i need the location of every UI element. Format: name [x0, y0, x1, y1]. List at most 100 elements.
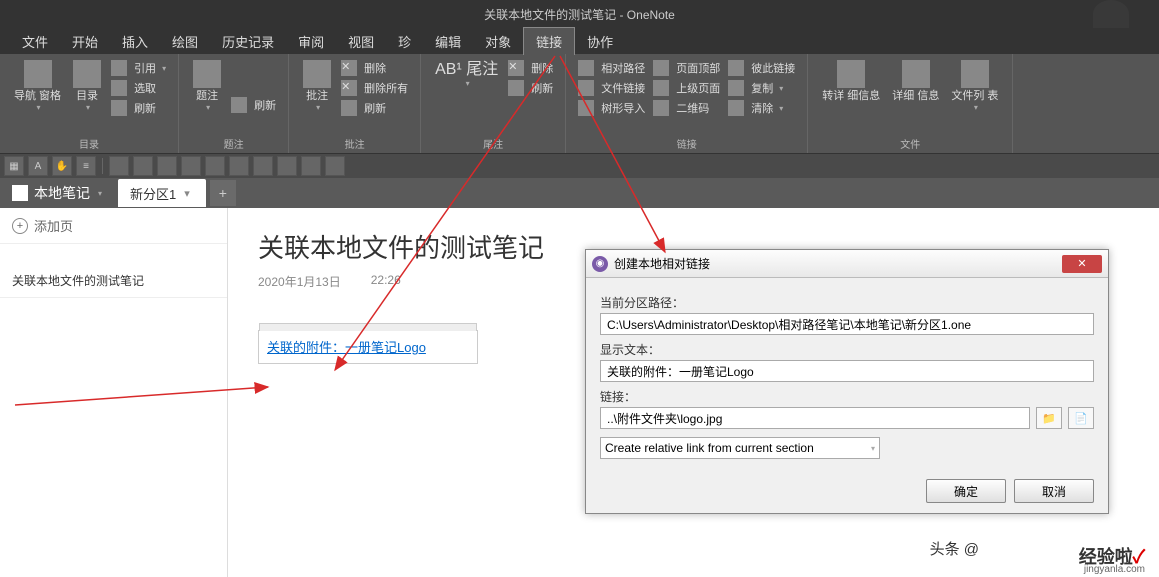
- delete-button[interactable]: ✕删除: [337, 58, 412, 78]
- menu-history[interactable]: 历史记录: [210, 28, 286, 55]
- group-label-link: 链接: [566, 136, 807, 151]
- qb-tool2-icon[interactable]: [133, 156, 153, 176]
- browse-folder-button[interactable]: 📁: [1036, 407, 1062, 429]
- tree-import-button[interactable]: 树形导入: [574, 98, 649, 118]
- qb-tool5-icon[interactable]: [205, 156, 225, 176]
- block-handle[interactable]: [259, 323, 477, 331]
- file-link-button[interactable]: 文件链接: [574, 78, 649, 98]
- en-delete-button[interactable]: ✕删除: [504, 58, 557, 78]
- display-label: 显示文本：: [600, 341, 1094, 358]
- qb-hand-icon[interactable]: ✋: [52, 156, 72, 176]
- delete-all-button[interactable]: ✕删除所有: [337, 78, 412, 98]
- mutual-link-button[interactable]: 彼此链接: [724, 58, 799, 78]
- qrcode-button[interactable]: 二维码: [649, 98, 724, 118]
- qb-text-icon[interactable]: A: [28, 156, 48, 176]
- tab-dropdown-icon[interactable]: ▾: [184, 187, 190, 200]
- qb-tool7-icon[interactable]: [253, 156, 273, 176]
- cursor-icon: [111, 80, 127, 96]
- attachment-link[interactable]: 关联的附件：一册笔记Logo: [267, 340, 426, 355]
- browse-file-button[interactable]: 📄: [1068, 407, 1094, 429]
- detail-button[interactable]: 转详 细信息: [816, 58, 886, 115]
- path-label: 当前分区路径：: [600, 294, 1094, 311]
- refresh-icon: [508, 80, 524, 96]
- cancel-button[interactable]: 取消: [1014, 479, 1094, 503]
- quote-button[interactable]: 引用▾: [107, 58, 170, 78]
- page-top-button[interactable]: 页面顶部: [649, 58, 724, 78]
- caption-button[interactable]: 题注▾: [187, 58, 227, 115]
- page-list-item[interactable]: 关联本地文件的测试笔记: [0, 264, 227, 298]
- copy-button[interactable]: 复制▾: [724, 78, 799, 98]
- menu-link[interactable]: 链接: [523, 27, 575, 55]
- qb-tool1-icon[interactable]: [109, 156, 129, 176]
- qb-tool10-icon[interactable]: [325, 156, 345, 176]
- notebook-name-label: 本地笔记: [34, 183, 90, 203]
- menu-zhen[interactable]: 珍: [386, 28, 423, 55]
- app-title: 关联本地文件的测试笔记 - OneNote: [484, 6, 675, 23]
- info-button[interactable]: 详细 信息: [886, 58, 945, 115]
- user-avatar-icon[interactable]: [1093, 0, 1129, 28]
- qb-tool4-icon[interactable]: [181, 156, 201, 176]
- dialog-title: 创建本地相对链接: [614, 255, 710, 272]
- ribbon-group-link: 相对路径 文件链接 树形导入 页面顶部 上级页面 二维码 彼此链接 复制▾ 清除…: [566, 54, 808, 153]
- group-label-toc: 目录: [0, 136, 178, 151]
- nav-pane-button[interactable]: 导航 窗格▾: [8, 58, 67, 118]
- list-icon: [961, 60, 989, 88]
- select-value: Create relative link from current sectio…: [605, 441, 814, 455]
- note-content-block[interactable]: 关联的附件：一册笔记Logo: [258, 330, 478, 364]
- ribbon-group-endnote: AB¹ 尾注▾ ✕删除 刷新 尾注: [421, 54, 566, 153]
- menu-collab[interactable]: 协作: [575, 28, 625, 55]
- menu-review[interactable]: 审阅: [286, 28, 336, 55]
- section-tab[interactable]: 新分区1 ▾: [118, 179, 206, 207]
- comment-refresh-button[interactable]: 刷新: [337, 98, 412, 118]
- menu-insert[interactable]: 插入: [110, 28, 160, 55]
- add-page-button[interactable]: + 添加页: [0, 208, 227, 244]
- comment-icon: [303, 60, 331, 88]
- clear-button[interactable]: 清除▾: [724, 98, 799, 118]
- filelist-button[interactable]: 文件列 表▾: [945, 58, 1004, 115]
- add-section-button[interactable]: +: [210, 180, 236, 206]
- nav-pane-icon: [24, 60, 52, 88]
- relative-path-button[interactable]: 相对路径: [574, 58, 649, 78]
- ok-button[interactable]: 确定: [926, 479, 1006, 503]
- parent-page-button[interactable]: 上级页面: [649, 78, 724, 98]
- close-button[interactable]: ✕: [1062, 255, 1102, 273]
- link-type-select[interactable]: Create relative link from current sectio…: [600, 437, 880, 459]
- menu-file[interactable]: 文件: [10, 28, 60, 55]
- group-label-comment: 批注: [289, 136, 420, 151]
- toc-button[interactable]: 目录▾: [67, 58, 107, 118]
- quote-icon: [111, 60, 127, 76]
- cap-refresh-button[interactable]: 刷新: [227, 95, 280, 115]
- link-path-input[interactable]: [600, 407, 1030, 429]
- notebook-selector[interactable]: 本地笔记 ▾: [0, 183, 114, 203]
- menu-home[interactable]: 开始: [60, 28, 110, 55]
- endnote-button[interactable]: AB¹ 尾注▾: [429, 58, 504, 98]
- watermark-sub: jingyanla.com: [1084, 564, 1145, 575]
- menu-edit[interactable]: 编辑: [423, 28, 473, 55]
- link-label: 链接：: [600, 388, 1094, 405]
- select-button[interactable]: 选取: [107, 78, 170, 98]
- menu-view[interactable]: 视图: [336, 28, 386, 55]
- menu-object[interactable]: 对象: [473, 28, 523, 55]
- ribbon-group-toc: 导航 窗格▾ 目录▾ 引用▾ 选取 刷新 目录: [0, 54, 179, 153]
- dialog-body: 当前分区路径： 显示文本： 链接： 📁 📄 Create relative li…: [586, 278, 1108, 469]
- qb-tool9-icon[interactable]: [301, 156, 321, 176]
- refresh-button[interactable]: 刷新: [107, 98, 170, 118]
- qb-tool8-icon[interactable]: [277, 156, 297, 176]
- en-refresh-button[interactable]: 刷新: [504, 78, 557, 98]
- chevron-down-icon: ▾: [98, 189, 102, 198]
- link-icon: [728, 60, 744, 76]
- section-path-input[interactable]: [600, 313, 1094, 335]
- group-label-endnote: 尾注: [421, 136, 565, 151]
- dialog-title-bar[interactable]: ◉ 创建本地相对链接 ✕: [586, 250, 1108, 278]
- title-bar: 关联本地文件的测试笔记 - OneNote: [0, 0, 1159, 28]
- menu-draw[interactable]: 绘图: [160, 28, 210, 55]
- qb-tool6-icon[interactable]: [229, 156, 249, 176]
- qb-list-icon[interactable]: ≡: [76, 156, 96, 176]
- page-sidebar: + 添加页 关联本地文件的测试笔记: [0, 208, 228, 577]
- qb-tool3-icon[interactable]: [157, 156, 177, 176]
- comment-button[interactable]: 批注▾: [297, 58, 337, 118]
- watermark-toutiao: 头条 @: [930, 538, 979, 559]
- notebook-bar: 本地笔记 ▾ 新分区1 ▾ +: [0, 178, 1159, 208]
- display-text-input[interactable]: [600, 360, 1094, 382]
- qb-grid-icon[interactable]: ▦: [4, 156, 24, 176]
